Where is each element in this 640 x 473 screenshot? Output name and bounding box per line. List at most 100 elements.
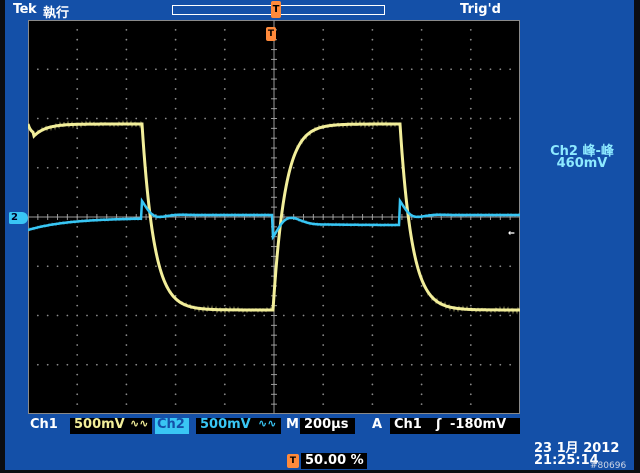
graticule-dot xyxy=(223,255,226,258)
graticule-dot xyxy=(371,97,374,100)
graticule-dot xyxy=(469,393,472,396)
graticule-dot xyxy=(223,403,226,406)
graticule-dot xyxy=(509,68,512,71)
graticule-dot xyxy=(184,314,187,317)
graticule-dot xyxy=(332,363,334,366)
graticule-dot xyxy=(430,363,433,366)
graticule-dot xyxy=(174,28,177,31)
graticule-dot xyxy=(125,245,128,248)
graticule-dot xyxy=(401,363,403,366)
graticule-dot xyxy=(76,344,79,346)
graticule-dot xyxy=(499,117,502,120)
graticule-dot xyxy=(125,127,128,130)
graticule-dot xyxy=(76,383,79,386)
graticule-dot xyxy=(322,314,325,317)
graticule-dot xyxy=(450,363,453,366)
graticule-dot xyxy=(430,68,433,71)
graticule-dot xyxy=(56,117,59,120)
graticule-dot xyxy=(351,117,354,120)
trigger-status: Trig'd xyxy=(460,2,501,17)
graticule-dot xyxy=(214,166,216,169)
graticule-dot xyxy=(66,363,69,366)
graticule-dot xyxy=(76,275,79,277)
graticule-dot xyxy=(322,97,325,100)
graticule-dot xyxy=(420,58,423,61)
graticule-dot xyxy=(174,137,177,140)
graticule-dot xyxy=(66,314,69,317)
graticule-dot xyxy=(194,68,197,71)
graticule-dot xyxy=(223,137,226,140)
graticule-dot xyxy=(115,117,118,120)
graticule-dot xyxy=(76,285,79,287)
graticule-dot xyxy=(371,137,374,140)
graticule-dot xyxy=(223,107,226,110)
graticule-dot xyxy=(292,68,295,71)
graticule-dot xyxy=(194,166,197,169)
graticule-dot xyxy=(125,225,128,228)
graticule-dot xyxy=(371,373,374,376)
horizontal-position-icon: T xyxy=(287,454,299,468)
graticule-dot xyxy=(204,265,207,268)
graticule-dot xyxy=(322,117,325,120)
graticule-dot xyxy=(479,166,482,169)
graticule-dot xyxy=(184,166,187,169)
graticule-dot xyxy=(174,393,177,396)
graticule-dot xyxy=(36,363,39,366)
graticule-dot xyxy=(469,363,472,366)
graticule-dot xyxy=(469,147,472,149)
brand-logo: Tek xyxy=(13,2,37,17)
graticule-dot xyxy=(420,393,423,396)
graticule-dot xyxy=(86,166,88,169)
graticule-dot xyxy=(469,186,472,189)
graticule-dot xyxy=(263,117,266,120)
trigger-level: -180mV xyxy=(450,417,507,432)
graticule-dot xyxy=(243,314,246,317)
graticule-dot xyxy=(469,127,472,130)
graticule-dot xyxy=(322,196,325,199)
graticule-dot xyxy=(450,68,453,71)
graticule-dot xyxy=(233,117,236,120)
graticule-dot xyxy=(164,363,167,366)
graticule-dot xyxy=(223,176,226,179)
graticule-dot xyxy=(420,176,423,179)
graticule-dot xyxy=(469,275,472,277)
graticule-dot xyxy=(479,117,482,120)
graticule-dot xyxy=(174,206,177,209)
graticule xyxy=(28,20,520,414)
graticule-dot xyxy=(322,373,325,376)
graticule-dot xyxy=(76,38,79,41)
graticule-dot xyxy=(174,147,177,149)
graticule-dot xyxy=(223,127,226,130)
graticule-dot xyxy=(125,166,128,169)
graticule-dot xyxy=(322,166,325,169)
graticule-dot xyxy=(489,166,492,169)
graticule-dot xyxy=(125,206,128,209)
trigger-source: Ch1 xyxy=(394,417,422,432)
graticule-dot xyxy=(322,157,325,159)
graticule-dot xyxy=(489,265,492,268)
graticule-dot xyxy=(292,117,295,120)
graticule-dot xyxy=(420,127,423,130)
graticule-dot xyxy=(174,383,177,386)
graticule-dot xyxy=(322,265,325,268)
graticule-dot xyxy=(125,403,128,406)
graticule-dot xyxy=(450,166,453,169)
graticule-dot xyxy=(174,403,177,406)
graticule-dot xyxy=(391,363,393,366)
bottom-status-bar: Ch1 500mV ∿∿ Ch2 500mV ∿∿ M 200µs A Ch1 … xyxy=(28,417,522,435)
graticule-dot xyxy=(420,344,423,346)
graticule-dot xyxy=(223,334,226,337)
graticule-dot xyxy=(243,68,246,71)
graticule-dot xyxy=(135,117,138,120)
graticule-dot xyxy=(125,176,128,179)
graticule-dot xyxy=(214,265,216,268)
graticule-dot xyxy=(371,166,374,169)
graticule-dot xyxy=(36,265,39,268)
graticule-dot xyxy=(253,166,256,169)
measurement-value: 460mV xyxy=(556,156,608,171)
graticule-dot xyxy=(420,107,423,110)
graticule-dot xyxy=(66,117,69,120)
graticule-dot xyxy=(410,363,413,366)
graticule-dot xyxy=(489,363,492,366)
graticule-dot xyxy=(223,117,226,120)
